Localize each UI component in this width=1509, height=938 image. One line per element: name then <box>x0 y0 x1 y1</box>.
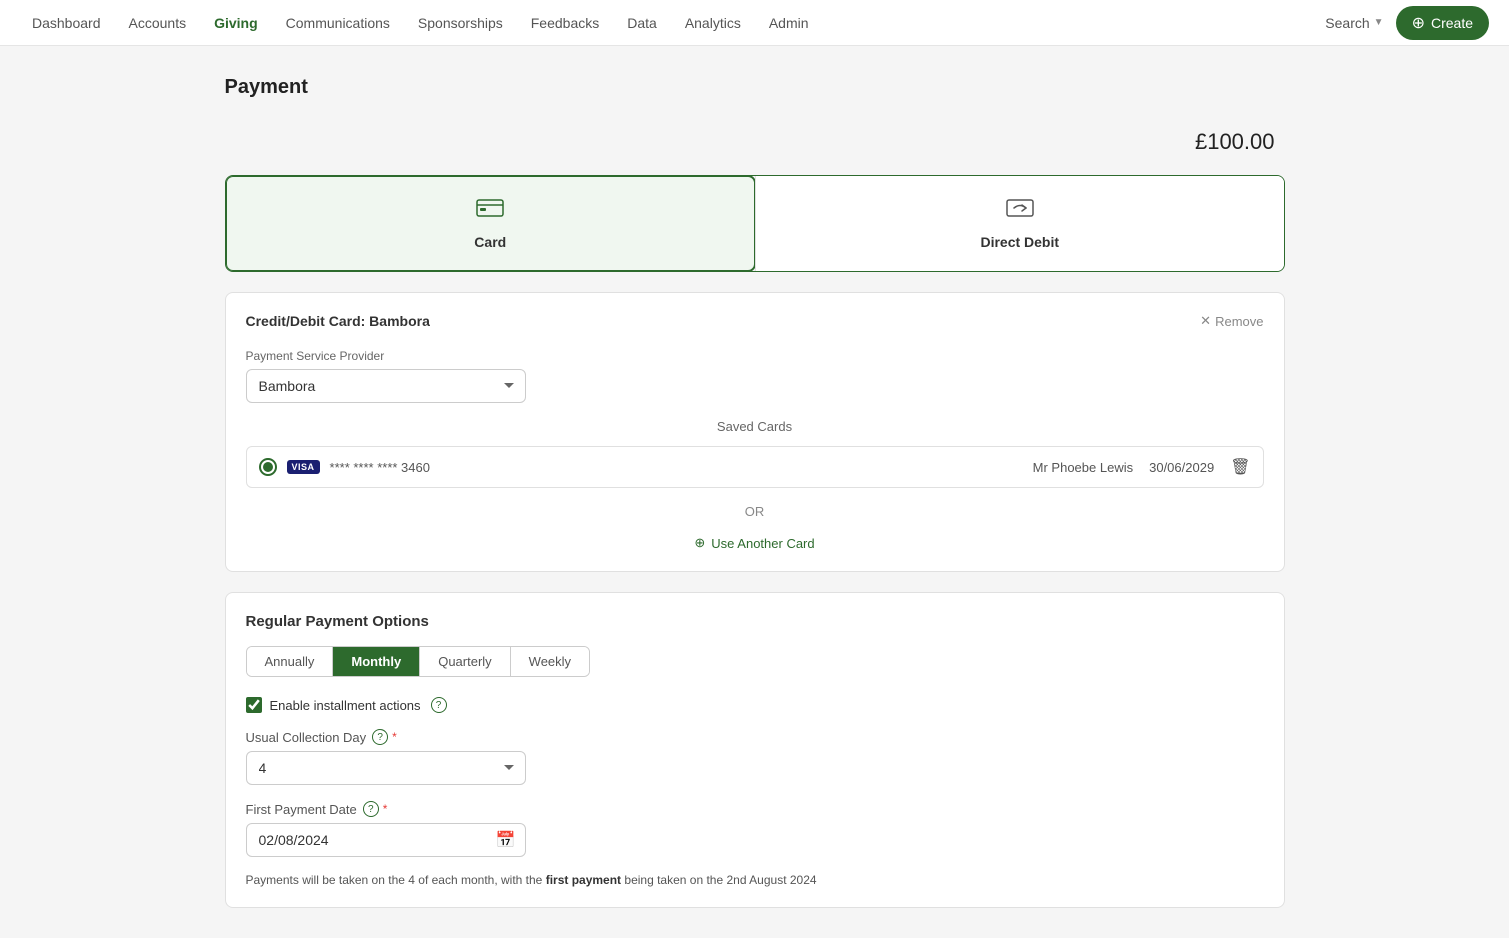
direct-debit-tab-icon <box>1006 197 1034 226</box>
collection-day-select[interactable]: 4 <box>246 751 526 785</box>
card-delete-button[interactable]: 🗑 <box>1230 457 1250 477</box>
payment-method-tabs: Card Direct Debit <box>225 175 1285 272</box>
installment-help-icon[interactable]: ? <box>431 697 447 713</box>
card-tab-label: Card <box>474 234 506 250</box>
amount-row: £100.00 <box>225 129 1285 155</box>
search-dropdown-icon: ▼ <box>1374 17 1384 28</box>
nav-accounts[interactable]: Accounts <box>117 9 199 37</box>
regular-section-title: Regular Payment Options <box>246 613 1264 630</box>
enable-installment-row: Enable installment actions ? <box>246 697 1264 713</box>
nav-giving[interactable]: Giving <box>202 9 270 37</box>
create-label: Create <box>1431 15 1473 31</box>
info-bold: first payment <box>546 873 621 887</box>
amount-value: £100.00 <box>1195 129 1275 155</box>
tab-direct-debit[interactable]: Direct Debit <box>756 176 1284 271</box>
card-section-header: Credit/Debit Card: Bambora ✕ Remove <box>246 313 1264 329</box>
info-prefix: Payments will be taken on the <box>246 873 409 887</box>
card-number: **** **** **** 3460 <box>330 460 430 475</box>
create-plus-icon: ⊕ <box>1412 13 1425 33</box>
first-payment-date-input[interactable] <box>246 823 526 857</box>
use-another-card-button[interactable]: ⊕ Use Another Card <box>694 535 814 551</box>
freq-weekly[interactable]: Weekly <box>511 647 589 676</box>
frequency-tabs: Annually Monthly Quarterly Weekly <box>246 646 591 677</box>
main-content: Payment £100.00 Card <box>205 46 1305 938</box>
remove-button[interactable]: ✕ Remove <box>1200 313 1263 329</box>
saved-cards-section: Saved Cards VISA **** **** **** 3460 Mr … <box>246 419 1264 488</box>
visa-badge: VISA <box>287 460 320 474</box>
search-trigger[interactable]: Search ▼ <box>1325 15 1383 31</box>
collection-day-label-row: Usual Collection Day ? * <box>246 729 1264 745</box>
card-tab-icon <box>476 197 504 226</box>
first-payment-date-help-icon[interactable]: ? <box>363 801 379 817</box>
nav-communications[interactable]: Communications <box>274 9 402 37</box>
info-day: 4 <box>408 873 415 887</box>
nav-admin[interactable]: Admin <box>757 9 821 37</box>
navigation: Dashboard Accounts Giving Communications… <box>0 0 1509 46</box>
remove-label: Remove <box>1215 314 1263 329</box>
provider-select[interactable]: Bambora <box>246 369 526 403</box>
radio-inner <box>263 462 273 472</box>
first-payment-date-group: First Payment Date ? * 📅 <box>246 801 1264 857</box>
first-payment-date-label-row: First Payment Date ? * <box>246 801 1264 817</box>
saved-card-item[interactable]: VISA **** **** **** 3460 Mr Phoebe Lewis… <box>246 446 1264 488</box>
collection-day-help-icon[interactable]: ? <box>372 729 388 745</box>
card-section: Credit/Debit Card: Bambora ✕ Remove Paym… <box>225 292 1285 572</box>
info-suffix: being taken on the 2nd August 2024 <box>621 873 817 887</box>
search-label: Search <box>1325 15 1369 31</box>
collection-day-label: Usual Collection Day <box>246 730 367 745</box>
use-another-plus-icon: ⊕ <box>694 535 705 551</box>
nav-analytics[interactable]: Analytics <box>673 9 753 37</box>
collection-day-group: Usual Collection Day ? * 4 <box>246 729 1264 785</box>
first-payment-date-label: First Payment Date <box>246 802 357 817</box>
regular-payment-section: Regular Payment Options Annually Monthly… <box>225 592 1285 908</box>
remove-x-icon: ✕ <box>1200 313 1211 329</box>
tab-card[interactable]: Card <box>225 175 757 272</box>
enable-installment-label: Enable installment actions <box>270 698 421 713</box>
first-payment-date-required: * <box>383 802 388 816</box>
create-button[interactable]: ⊕ Create <box>1396 6 1489 40</box>
card-radio[interactable] <box>259 458 277 476</box>
info-middle: of each month, with the <box>415 873 546 887</box>
nav-items: Dashboard Accounts Giving Communications… <box>20 9 1325 37</box>
nav-feedbacks[interactable]: Feedbacks <box>519 9 611 37</box>
enable-installment-checkbox[interactable] <box>246 697 262 713</box>
date-input-wrapper: 📅 <box>246 823 526 857</box>
card-expiry: 30/06/2029 <box>1149 460 1214 475</box>
or-divider: OR <box>246 504 1264 519</box>
freq-monthly[interactable]: Monthly <box>333 647 420 676</box>
freq-annually[interactable]: Annually <box>247 647 334 676</box>
page-title: Payment <box>225 76 1285 99</box>
nav-sponsorships[interactable]: Sponsorships <box>406 9 515 37</box>
payment-info-text: Payments will be taken on the 4 of each … <box>246 873 1264 887</box>
collection-day-required: * <box>392 730 397 744</box>
saved-cards-label: Saved Cards <box>246 419 1264 434</box>
direct-debit-tab-label: Direct Debit <box>980 234 1059 250</box>
use-another-label: Use Another Card <box>711 536 814 551</box>
card-section-title: Credit/Debit Card: Bambora <box>246 313 430 329</box>
provider-label: Payment Service Provider <box>246 349 1264 363</box>
nav-dashboard[interactable]: Dashboard <box>20 9 113 37</box>
saved-card-right: Mr Phoebe Lewis 30/06/2029 🗑 <box>1033 457 1251 477</box>
provider-group: Payment Service Provider Bambora <box>246 349 1264 403</box>
freq-quarterly[interactable]: Quarterly <box>420 647 510 676</box>
nav-right: Search ▼ ⊕ Create <box>1325 6 1489 40</box>
nav-data[interactable]: Data <box>615 9 669 37</box>
saved-card-left: VISA **** **** **** 3460 <box>259 458 430 476</box>
card-holder-name: Mr Phoebe Lewis <box>1033 460 1133 475</box>
